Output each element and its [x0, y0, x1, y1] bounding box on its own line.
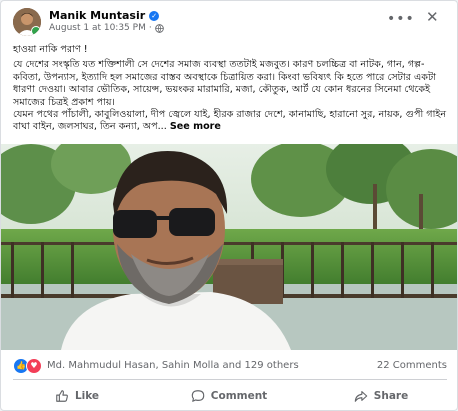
post-stats: 👍 ♥ Md. Mahmudul Hasan, Sahin Molla and …: [13, 358, 447, 376]
reaction-names[interactable]: Md. Mahmudul Hasan, Sahin Molla and 129 …: [47, 360, 299, 371]
avatar[interactable]: [13, 8, 41, 36]
like-button[interactable]: Like: [1, 382, 153, 410]
author-name[interactable]: Manik Muntasir: [49, 9, 145, 22]
online-status-dot: [31, 26, 41, 36]
post-actions: Like Comment Share: [1, 382, 457, 410]
divider: [13, 379, 447, 380]
share-icon: [354, 391, 368, 402]
comment-icon: [191, 390, 205, 402]
share-label: Share: [373, 390, 409, 402]
see-more-link[interactable]: See more: [170, 121, 221, 132]
more-options-icon[interactable]: •••: [387, 11, 415, 27]
reaction-icons[interactable]: 👍 ♥: [13, 358, 42, 374]
post-text-heading: হাওয়া নাকি পরাণ !: [13, 44, 88, 55]
globe-icon: [154, 23, 164, 33]
post-text-paragraph-1: যে দেশের সংস্কৃতি যত শক্তিশালী সে দেশের …: [13, 59, 437, 108]
thumbs-up-icon: [56, 390, 68, 402]
post-card: Manik Muntasir ✓ August 1 at 10:35 PM · …: [0, 0, 458, 411]
comment-button[interactable]: Comment: [153, 382, 305, 410]
comments-count[interactable]: 22 Comments: [377, 360, 447, 371]
comment-label: Comment: [210, 390, 268, 402]
like-label: Like: [74, 390, 100, 402]
love-reaction-icon: ♥: [26, 358, 42, 374]
post-timestamp[interactable]: August 1 at 10:35 PM: [49, 23, 146, 33]
post-photo[interactable]: [1, 144, 457, 350]
post-text: হাওয়া নাকি পরাণ ! যে দেশের সংস্কৃতি যত …: [13, 44, 449, 134]
post-text-paragraph-2-body: যেমন পথের পাঁচালী, কাবুলিওয়ালা, দীপ জ্ব…: [13, 109, 447, 133]
post-text-paragraph-2: যেমন পথের পাঁচালী, কাবুলিওয়ালা, দীপ জ্ব…: [13, 109, 449, 134]
close-icon[interactable]: ✕: [426, 8, 439, 26]
photo-image: [1, 144, 457, 350]
share-button[interactable]: Share: [305, 382, 457, 410]
post-header: Manik Muntasir ✓ August 1 at 10:35 PM · …: [1, 1, 457, 39]
verified-badge-icon: ✓: [149, 10, 160, 21]
